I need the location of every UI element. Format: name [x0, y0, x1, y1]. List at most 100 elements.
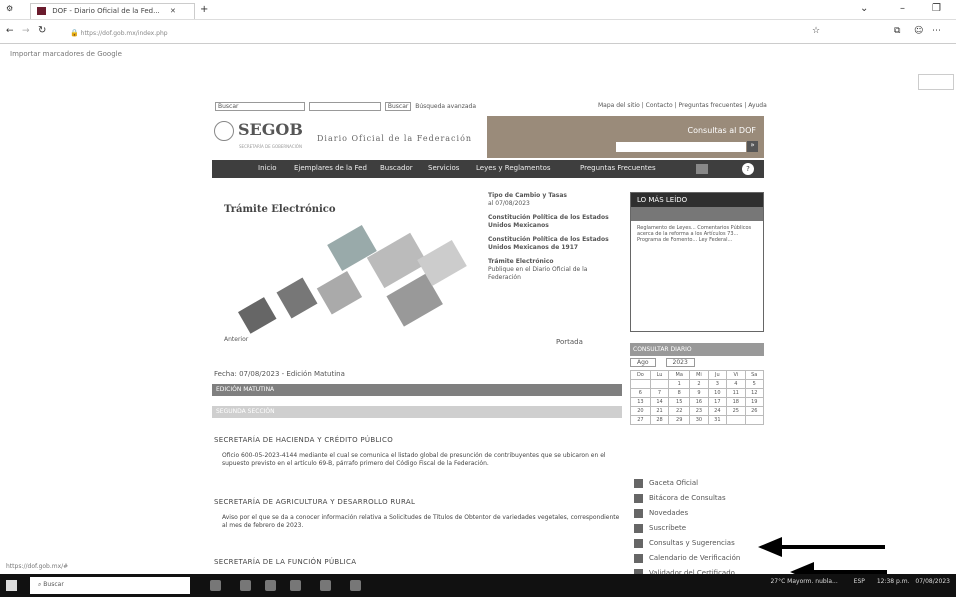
forward-icon[interactable]: → — [22, 26, 30, 36]
section-text[interactable]: Aviso por el que se da a conocer informa… — [222, 514, 622, 530]
task-view-icon[interactable] — [210, 580, 221, 591]
day-cell[interactable]: 19 — [744, 397, 765, 407]
most-read-text[interactable]: Reglamento de Leyes... Comentarios Públi… — [631, 221, 763, 247]
edge-icon[interactable] — [350, 580, 361, 591]
nav-faq[interactable]: Preguntas Frecuentes — [580, 164, 656, 172]
day-cell[interactable]: 30 — [689, 415, 709, 425]
day-cell[interactable]: 13 — [630, 397, 651, 407]
minimize-icon[interactable]: – — [900, 3, 905, 14]
featured-link[interactable]: Tipo de Cambio y Tasas al 07/08/2023 — [488, 192, 618, 208]
second-section-bar[interactable]: SEGUNDA SECCIÓN — [212, 406, 622, 418]
day-cell[interactable]: 29 — [668, 415, 691, 425]
day-cell[interactable] — [630, 379, 651, 389]
featured-link[interactable]: Constitución Política de los Estados Uni… — [488, 214, 618, 230]
clock-time[interactable]: 12:38 p.m. — [877, 578, 910, 585]
day-cell[interactable] — [726, 415, 746, 425]
side-link[interactable]: Bitácora de Consultas — [634, 491, 740, 506]
banner-prev[interactable]: Anterior — [224, 336, 248, 343]
nav-buscador[interactable]: Buscador — [380, 164, 413, 172]
top-links[interactable]: Mapa del sitio | Contacto | Preguntas fr… — [598, 102, 767, 109]
day-cell[interactable]: 15 — [668, 397, 691, 407]
day-cell[interactable]: 4 — [726, 379, 746, 389]
day-cell[interactable]: 14 — [649, 397, 670, 407]
side-link[interactable]: Gaceta Oficial — [634, 476, 740, 491]
url-input[interactable]: 🔒 https://dof.gob.mx/index.php — [64, 26, 744, 40]
day-cell[interactable]: 21 — [649, 406, 670, 416]
day-cell[interactable] — [744, 415, 765, 425]
side-link[interactable]: Suscríbete — [634, 521, 740, 536]
weather-text[interactable]: 27°C Mayorm. nubla... — [770, 578, 837, 585]
day-cell[interactable]: 28 — [649, 415, 670, 425]
browser-tab[interactable]: DOF - Diario Oficial de la Fed... ✕ — [30, 3, 195, 19]
windows-start-icon[interactable] — [6, 580, 17, 591]
day-cell[interactable]: 8 — [668, 388, 691, 398]
section-text[interactable]: Oficio 600-05-2023-4144 mediante el cual… — [222, 452, 622, 468]
mail-icon[interactable] — [290, 580, 301, 591]
scrollbar-widget[interactable] — [918, 74, 954, 90]
day-cell[interactable]: 24 — [707, 406, 728, 416]
store-icon[interactable] — [265, 580, 276, 591]
day-cell[interactable]: 1 — [668, 379, 691, 389]
side-link[interactable]: Consultas y Sugerencias — [634, 536, 740, 551]
nav-ejemplares[interactable]: Ejemplares de la Fed — [294, 164, 367, 172]
day-cell[interactable]: 7 — [649, 388, 670, 398]
day-cell[interactable]: 25 — [726, 406, 746, 416]
favorite-star-icon[interactable]: ☆ — [812, 26, 820, 36]
consult-go-icon[interactable]: » — [747, 141, 758, 152]
day-cell[interactable]: 5 — [744, 379, 765, 389]
back-icon[interactable]: ← — [6, 26, 14, 36]
day-cell[interactable]: 20 — [630, 406, 651, 416]
day-cell[interactable]: 12 — [744, 388, 765, 398]
most-read-tabs[interactable] — [631, 207, 763, 221]
side-link[interactable]: Novedades — [634, 506, 740, 521]
bookmark-import[interactable]: Importar marcadores de Google — [10, 50, 122, 58]
year-select[interactable]: 2023 — [665, 358, 695, 367]
search-input[interactable] — [308, 102, 381, 111]
side-link[interactable]: Calendario de Verificación — [634, 551, 740, 566]
day-cell[interactable]: 31 — [707, 415, 728, 425]
day-cell[interactable] — [649, 379, 670, 389]
extensions-icon[interactable]: ⧉ — [894, 26, 900, 36]
featured-link[interactable]: Trámite Electrónico Publique en el Diario… — [488, 258, 618, 282]
featured-link[interactable]: Constitución Política de los Estados Uni… — [488, 236, 618, 252]
file-explorer-icon[interactable] — [240, 580, 251, 591]
day-cell[interactable]: 3 — [707, 379, 728, 389]
banner-next[interactable]: Portada — [556, 338, 583, 346]
maximize-icon[interactable]: ❐ — [932, 3, 941, 14]
consult-input[interactable] — [616, 142, 746, 152]
month-select[interactable]: Ago — [630, 358, 656, 367]
day-cell[interactable]: 10 — [707, 388, 728, 398]
segob-logo[interactable]: SEGOB — [214, 120, 303, 141]
day-cell[interactable]: 9 — [689, 388, 709, 398]
chrome-icon[interactable] — [320, 580, 331, 591]
day-cell[interactable]: 26 — [744, 406, 765, 416]
close-tab-icon[interactable]: ✕ — [170, 7, 176, 15]
clock-date[interactable]: 07/08/2023 — [915, 578, 950, 585]
reload-icon[interactable]: ↻ — [38, 25, 46, 36]
day-cell[interactable]: 11 — [726, 388, 746, 398]
lang-text[interactable]: ESP — [854, 578, 865, 585]
advanced-search-link[interactable]: Búsqueda avanzada — [415, 103, 476, 110]
day-cell[interactable]: 17 — [707, 397, 728, 407]
nav-leyes[interactable]: Leyes y Reglamentos — [476, 164, 551, 172]
edition-bar[interactable]: EDICIÓN MATUTINA — [212, 384, 622, 396]
taskbar-search[interactable]: ⌕ Buscar — [30, 577, 190, 594]
day-cell[interactable]: 22 — [668, 406, 691, 416]
profile-icon[interactable]: ☺ — [914, 26, 923, 36]
day-cell[interactable]: 18 — [726, 397, 746, 407]
banner-image[interactable] — [222, 223, 477, 343]
help-icon[interactable]: ? — [742, 163, 754, 175]
nav-rss-icon[interactable] — [696, 164, 708, 174]
day-cell[interactable]: 27 — [630, 415, 651, 425]
nav-servicios[interactable]: Servicios — [428, 164, 459, 172]
settings-icon[interactable]: ⋯ — [932, 26, 941, 36]
day-cell[interactable]: 23 — [689, 406, 709, 416]
nav-inicio[interactable]: Inicio — [258, 164, 277, 172]
day-cell[interactable]: 2 — [689, 379, 709, 389]
new-tab-icon[interactable]: + — [200, 4, 208, 15]
collapse-icon[interactable]: ⌄ — [860, 3, 868, 14]
menu-icon[interactable]: ⚙ — [6, 4, 13, 13]
day-cell[interactable]: 16 — [689, 397, 709, 407]
day-cell[interactable]: 6 — [630, 388, 651, 398]
search-button[interactable]: Buscar — [384, 102, 412, 111]
